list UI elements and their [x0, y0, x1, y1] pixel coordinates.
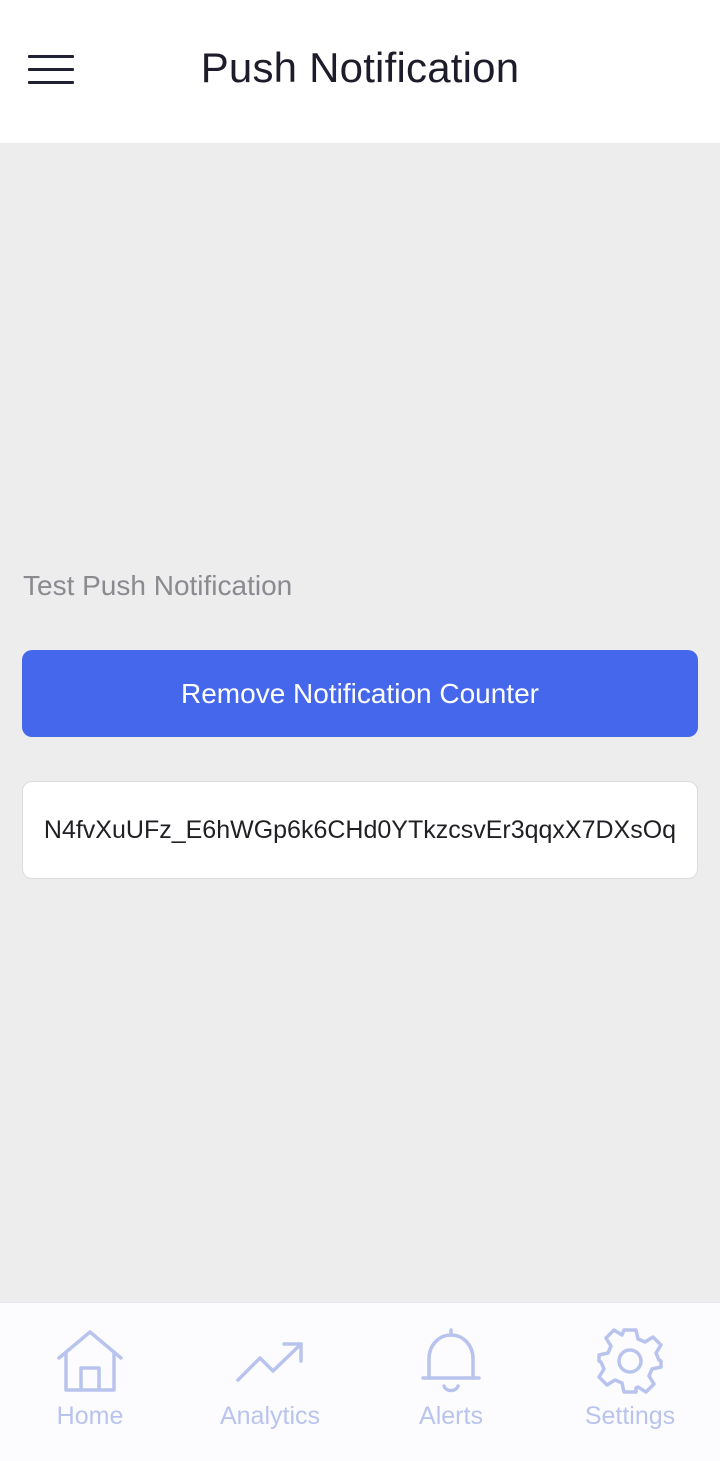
tab-label: Settings — [584, 1402, 676, 1430]
trend-up-icon — [234, 1325, 306, 1397]
page-title: Push Notification — [200, 44, 520, 91]
tab-alerts[interactable]: Alerts — [361, 1303, 541, 1461]
app-root: Push Notification Test Push Notification… — [0, 0, 720, 1461]
gear-icon — [594, 1325, 666, 1397]
bottom-tab-bar: Home Analytics Alerts Settings — [0, 1302, 720, 1461]
top-app-bar: Push Notification — [0, 0, 720, 143]
remove-notification-counter-button[interactable]: Remove Notification Counter — [22, 650, 698, 737]
home-icon — [54, 1325, 126, 1397]
tab-home[interactable]: Home — [0, 1303, 180, 1461]
tab-label: Home — [56, 1402, 124, 1430]
push-token-field[interactable]: N4fvXuUFz_E6hWGp6k6CHd0YTkzcsvEr3qqxX7DX… — [22, 781, 698, 879]
main-content: Test Push Notification Remove Notificati… — [0, 143, 720, 1302]
tab-label: Analytics — [219, 1402, 321, 1430]
tab-settings[interactable]: Settings — [540, 1303, 720, 1461]
bell-icon — [415, 1325, 487, 1397]
tab-analytics[interactable]: Analytics — [180, 1303, 360, 1461]
tab-label: Alerts — [419, 1402, 483, 1430]
section-label: Test Push Notification — [23, 570, 293, 601]
